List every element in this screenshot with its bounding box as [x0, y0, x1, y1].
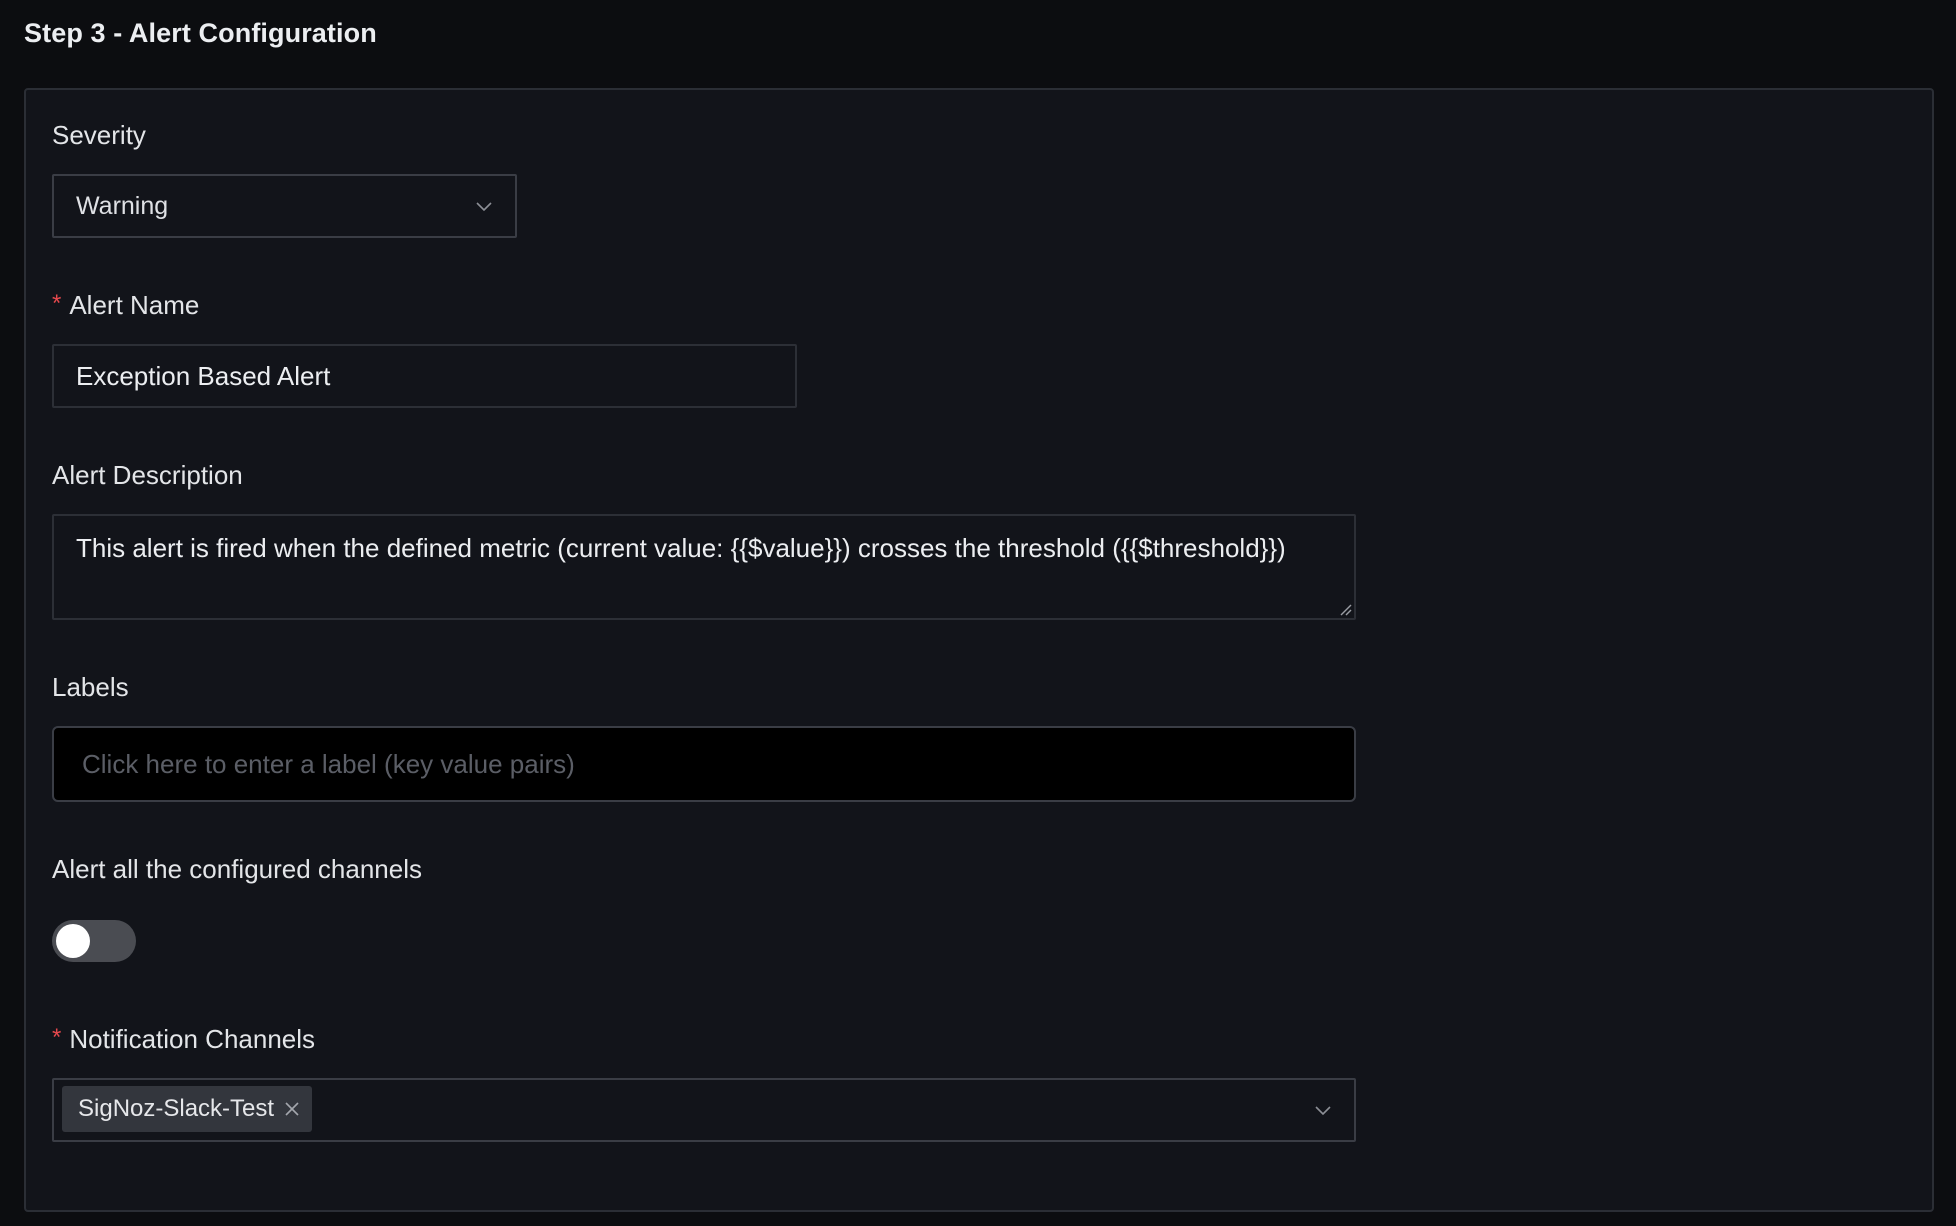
notification-channels-select[interactable]: SigNoz-Slack-Test	[52, 1078, 1356, 1142]
alert-name-input[interactable]: Exception Based Alert	[52, 344, 797, 408]
labels-input[interactable]: Click here to enter a label (key value p…	[52, 726, 1356, 802]
alert-description-label: Alert Description	[52, 460, 243, 490]
alert-all-channels-toggle[interactable]	[52, 920, 136, 962]
alert-name-label-text: Alert Name	[69, 290, 200, 320]
chevron-down-icon	[1315, 1106, 1331, 1116]
severity-label: Severity	[52, 120, 146, 150]
notification-channels-label-text: Notification Channels	[69, 1024, 316, 1054]
step-title: Step 3 - Alert Configuration	[24, 18, 377, 48]
required-marker: *	[52, 290, 62, 317]
resize-handle-icon[interactable]	[1338, 602, 1352, 616]
alert-all-channels-label: Alert all the configured channels	[52, 854, 423, 884]
channel-tag-label: SigNoz-Slack-Test	[78, 1095, 275, 1122]
channel-tag: SigNoz-Slack-Test	[62, 1086, 313, 1132]
close-icon[interactable]	[284, 1101, 300, 1117]
notification-channels-label: * Notification Channels	[52, 1024, 315, 1055]
alert-description-text: This alert is fired when the defined met…	[76, 533, 1286, 563]
toggle-knob	[56, 924, 90, 958]
alert-name-label: * Alert Name	[52, 290, 199, 321]
labels-label: Labels	[52, 672, 129, 702]
alert-configuration-panel: Severity Warning * Alert Name Exception B…	[24, 88, 1934, 1212]
severity-select-value: Warning	[76, 191, 169, 220]
chevron-down-icon	[476, 202, 492, 212]
alert-description-textarea[interactable]: This alert is fired when the defined met…	[52, 514, 1356, 620]
severity-select[interactable]: Warning	[52, 174, 517, 238]
required-marker: *	[52, 1024, 62, 1051]
